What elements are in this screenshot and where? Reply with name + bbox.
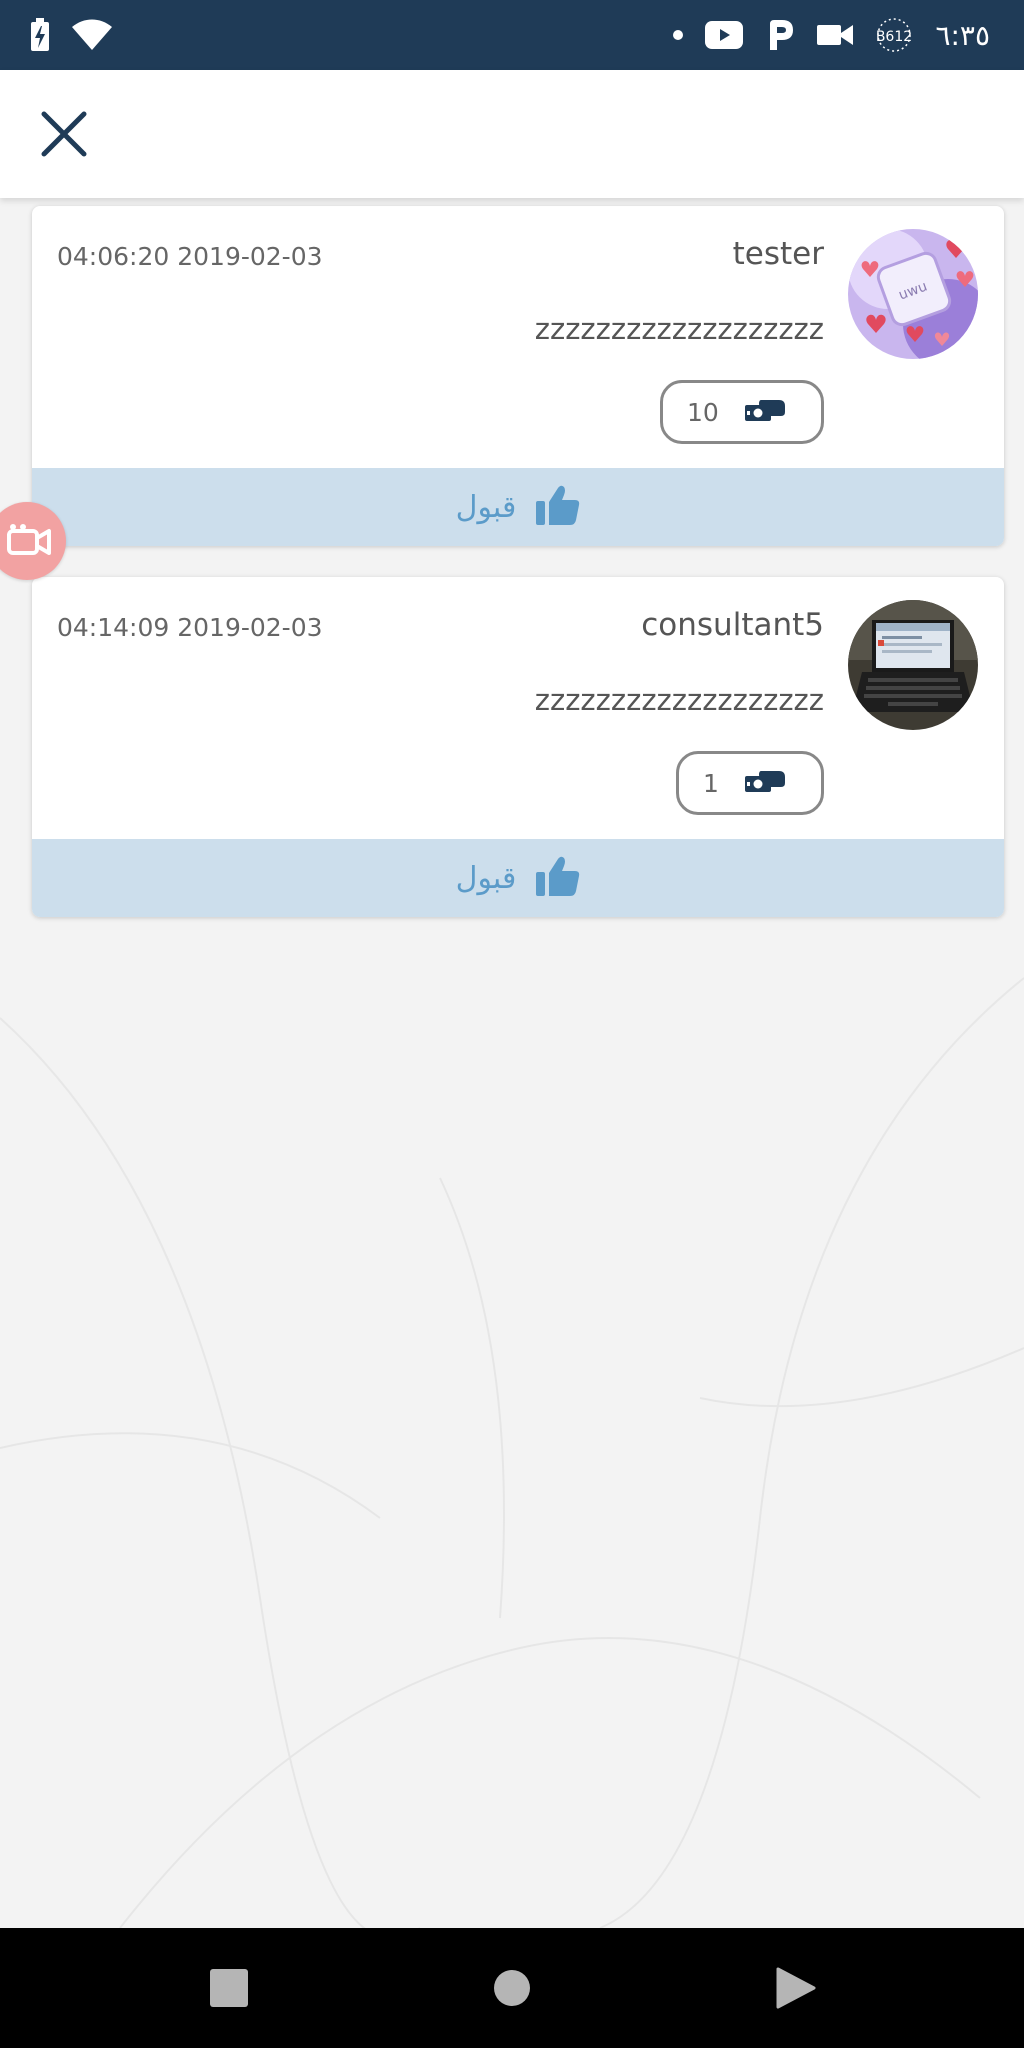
avatar[interactable] xyxy=(848,600,978,730)
money-hand-icon xyxy=(743,396,787,428)
thumbs-up-icon xyxy=(536,855,580,901)
accept-button[interactable]: قبول xyxy=(32,468,1004,546)
user-name: tester xyxy=(732,236,824,272)
video-call-icon xyxy=(7,524,51,555)
close-icon xyxy=(41,111,87,157)
navigation-bar xyxy=(0,1928,1024,2048)
recents-button[interactable] xyxy=(205,1964,253,2012)
accept-label: قبول xyxy=(455,860,517,896)
amount-value: 1 xyxy=(703,768,719,798)
amount-badge: 1 xyxy=(676,751,824,815)
recents-icon xyxy=(210,1969,248,2007)
status-time: ٦:٣٥ xyxy=(935,18,990,52)
offer-card: consultant5 04:14:09 2019-02-03 zzzzzzzz… xyxy=(32,577,1004,917)
battery-charging-icon xyxy=(30,18,50,52)
user-name: consultant5 xyxy=(641,607,824,643)
timestamp: 04:14:09 2019-02-03 xyxy=(57,613,323,642)
accept-button[interactable]: قبول xyxy=(32,839,1004,917)
timestamp: 04:06:20 2019-02-03 xyxy=(57,242,323,271)
status-left-icons xyxy=(30,14,112,56)
home-icon xyxy=(494,1970,530,2006)
app-header xyxy=(0,70,1024,198)
offer-message: zzzzzzzzzzzzzzzzzzz xyxy=(534,312,824,346)
offer-card: uwu tester 04:06:20 2019-02-03 zzzzzzzzz… xyxy=(32,206,1004,546)
wifi-icon xyxy=(72,19,112,51)
amount-value: 10 xyxy=(687,397,719,427)
accept-label: قبول xyxy=(455,489,517,525)
amount-badge: 10 xyxy=(660,380,824,444)
carrier-icon: B612 xyxy=(875,18,913,52)
close-button[interactable] xyxy=(28,98,100,170)
money-hand-icon xyxy=(743,767,787,799)
youtube-icon xyxy=(705,21,744,49)
status-bar: B612 ٦:٣٥ xyxy=(0,0,1024,70)
back-button[interactable] xyxy=(772,1964,820,2012)
status-right-icons: B612 ٦:٣٥ xyxy=(673,14,990,56)
thumbs-up-icon xyxy=(536,484,580,530)
home-button[interactable] xyxy=(488,1964,536,2012)
carrier-text: B612 xyxy=(876,29,912,45)
back-icon xyxy=(776,1967,816,2009)
notification-dot-icon xyxy=(673,30,684,40)
video-icon xyxy=(817,23,854,47)
avatar[interactable]: uwu xyxy=(848,229,978,359)
offer-message: zzzzzzzzzzzzzzzzzzz xyxy=(534,683,824,717)
parking-icon xyxy=(765,18,795,52)
